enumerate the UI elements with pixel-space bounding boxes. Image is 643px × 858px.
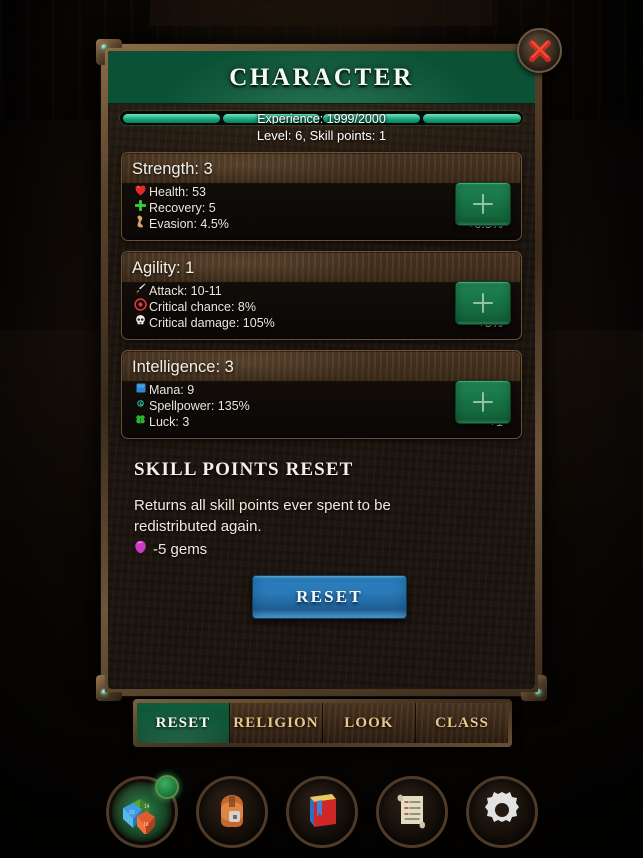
stat-label: Attack: 10-11 bbox=[149, 283, 222, 298]
tab-label: RESET bbox=[155, 714, 211, 731]
tab-label: LOOK bbox=[344, 714, 394, 731]
reset-cost: -5 gems bbox=[134, 540, 522, 558]
svg-text:23: 23 bbox=[129, 810, 135, 816]
experience-section: Experience: 1999/2000 Level: 6, Skill po… bbox=[108, 104, 535, 143]
page-title: CHARACTER bbox=[229, 64, 414, 91]
mana-square-icon bbox=[132, 382, 149, 398]
dice-icon: 23 14 16 bbox=[117, 786, 167, 839]
reset-button-label: RESET bbox=[296, 587, 363, 606]
plus-icon bbox=[473, 194, 493, 214]
stat-label: Evasion: 4.5% bbox=[149, 216, 229, 231]
tab-class[interactable]: CLASS bbox=[416, 703, 508, 743]
increase-agility-button[interactable] bbox=[455, 281, 511, 325]
attributes-list: Strength: 3 Health: 53 +5 Recovery: 5 bbox=[108, 143, 535, 439]
section-heading: SKILL POINTS RESET bbox=[134, 459, 354, 480]
dock-button-scroll[interactable] bbox=[375, 776, 448, 848]
skull-icon bbox=[132, 314, 149, 331]
skill-points-reset-section: SKILL POINTS RESET Returns all skill poi… bbox=[108, 449, 535, 619]
increase-strength-button[interactable] bbox=[455, 182, 511, 226]
plus-icon bbox=[473, 392, 493, 412]
plus-cross-icon bbox=[132, 199, 149, 216]
spiral-icon bbox=[132, 397, 149, 414]
increase-intelligence-button[interactable] bbox=[455, 380, 511, 424]
attribute-title: Intelligence: 3 bbox=[132, 358, 234, 376]
reset-button[interactable]: RESET bbox=[252, 575, 407, 619]
sword-icon bbox=[132, 282, 149, 299]
stat-label: Critical chance: 8% bbox=[149, 299, 256, 314]
svg-text:16: 16 bbox=[143, 822, 149, 828]
target-icon bbox=[132, 298, 149, 315]
clover-icon bbox=[132, 413, 149, 430]
level-label: Level: 6, Skill points: 1 bbox=[256, 128, 387, 143]
stat-label: Health: 53 bbox=[149, 184, 206, 199]
dock-button-dice[interactable]: 23 14 16 bbox=[105, 775, 179, 848]
attribute-card-strength: Strength: 3 Health: 53 +5 Recovery: 5 bbox=[121, 152, 522, 241]
dock-button-backpack[interactable] bbox=[195, 776, 268, 848]
tab-religion[interactable]: RELIGION bbox=[230, 703, 323, 743]
character-dialog: CHARACTER Experience: 1999/2000 Level: 6… bbox=[96, 28, 562, 701]
bottom-dock: 23 14 16 bbox=[0, 770, 643, 854]
dock-button-book[interactable] bbox=[285, 776, 358, 848]
stat-label: Critical damage: 105% bbox=[149, 315, 275, 330]
attribute-card-agility: Agility: 1 Attack: 10-11 +1 Critical cha bbox=[121, 251, 522, 340]
attribute-card-intelligence: Intelligence: 3 Mana: 9 +1 Spellpower: 1 bbox=[121, 350, 522, 439]
tab-reset[interactable]: RESET bbox=[137, 703, 230, 743]
tab-label: CLASS bbox=[435, 714, 489, 731]
stat-label: Mana: 9 bbox=[149, 382, 195, 397]
gear-icon bbox=[479, 787, 525, 838]
heart-icon bbox=[132, 184, 149, 200]
tab-label: RELIGION bbox=[233, 714, 319, 731]
plus-icon bbox=[473, 293, 493, 313]
stat-label: Spellpower: 135% bbox=[149, 398, 250, 413]
section-description: Returns all skill points ever spent to b… bbox=[134, 497, 391, 535]
boot-icon bbox=[132, 215, 149, 232]
attribute-title: Agility: 1 bbox=[132, 259, 195, 277]
attribute-title: Strength: 3 bbox=[132, 160, 213, 178]
book-icon bbox=[300, 787, 344, 838]
experience-bar: Experience: 1999/2000 bbox=[120, 111, 523, 125]
stat-label: Recovery: 5 bbox=[149, 200, 216, 215]
dock-button-settings[interactable] bbox=[465, 776, 538, 848]
dialog-content: CHARACTER Experience: 1999/2000 Level: 6… bbox=[108, 51, 535, 689]
stat-label: Luck: 3 bbox=[149, 414, 190, 429]
scroll-icon bbox=[390, 788, 434, 837]
backpack-icon bbox=[209, 787, 255, 838]
gem-icon bbox=[134, 540, 147, 558]
tab-look[interactable]: LOOK bbox=[323, 703, 416, 743]
dialog-header: CHARACTER bbox=[108, 51, 535, 104]
reset-cost-label: -5 gems bbox=[153, 540, 208, 558]
experience-label: Experience: 1999/2000 bbox=[257, 112, 386, 125]
close-button[interactable] bbox=[517, 28, 562, 73]
svg-text:14: 14 bbox=[144, 804, 150, 810]
tab-bar: RESET RELIGION LOOK CLASS bbox=[133, 699, 512, 747]
close-x-icon bbox=[527, 38, 553, 64]
